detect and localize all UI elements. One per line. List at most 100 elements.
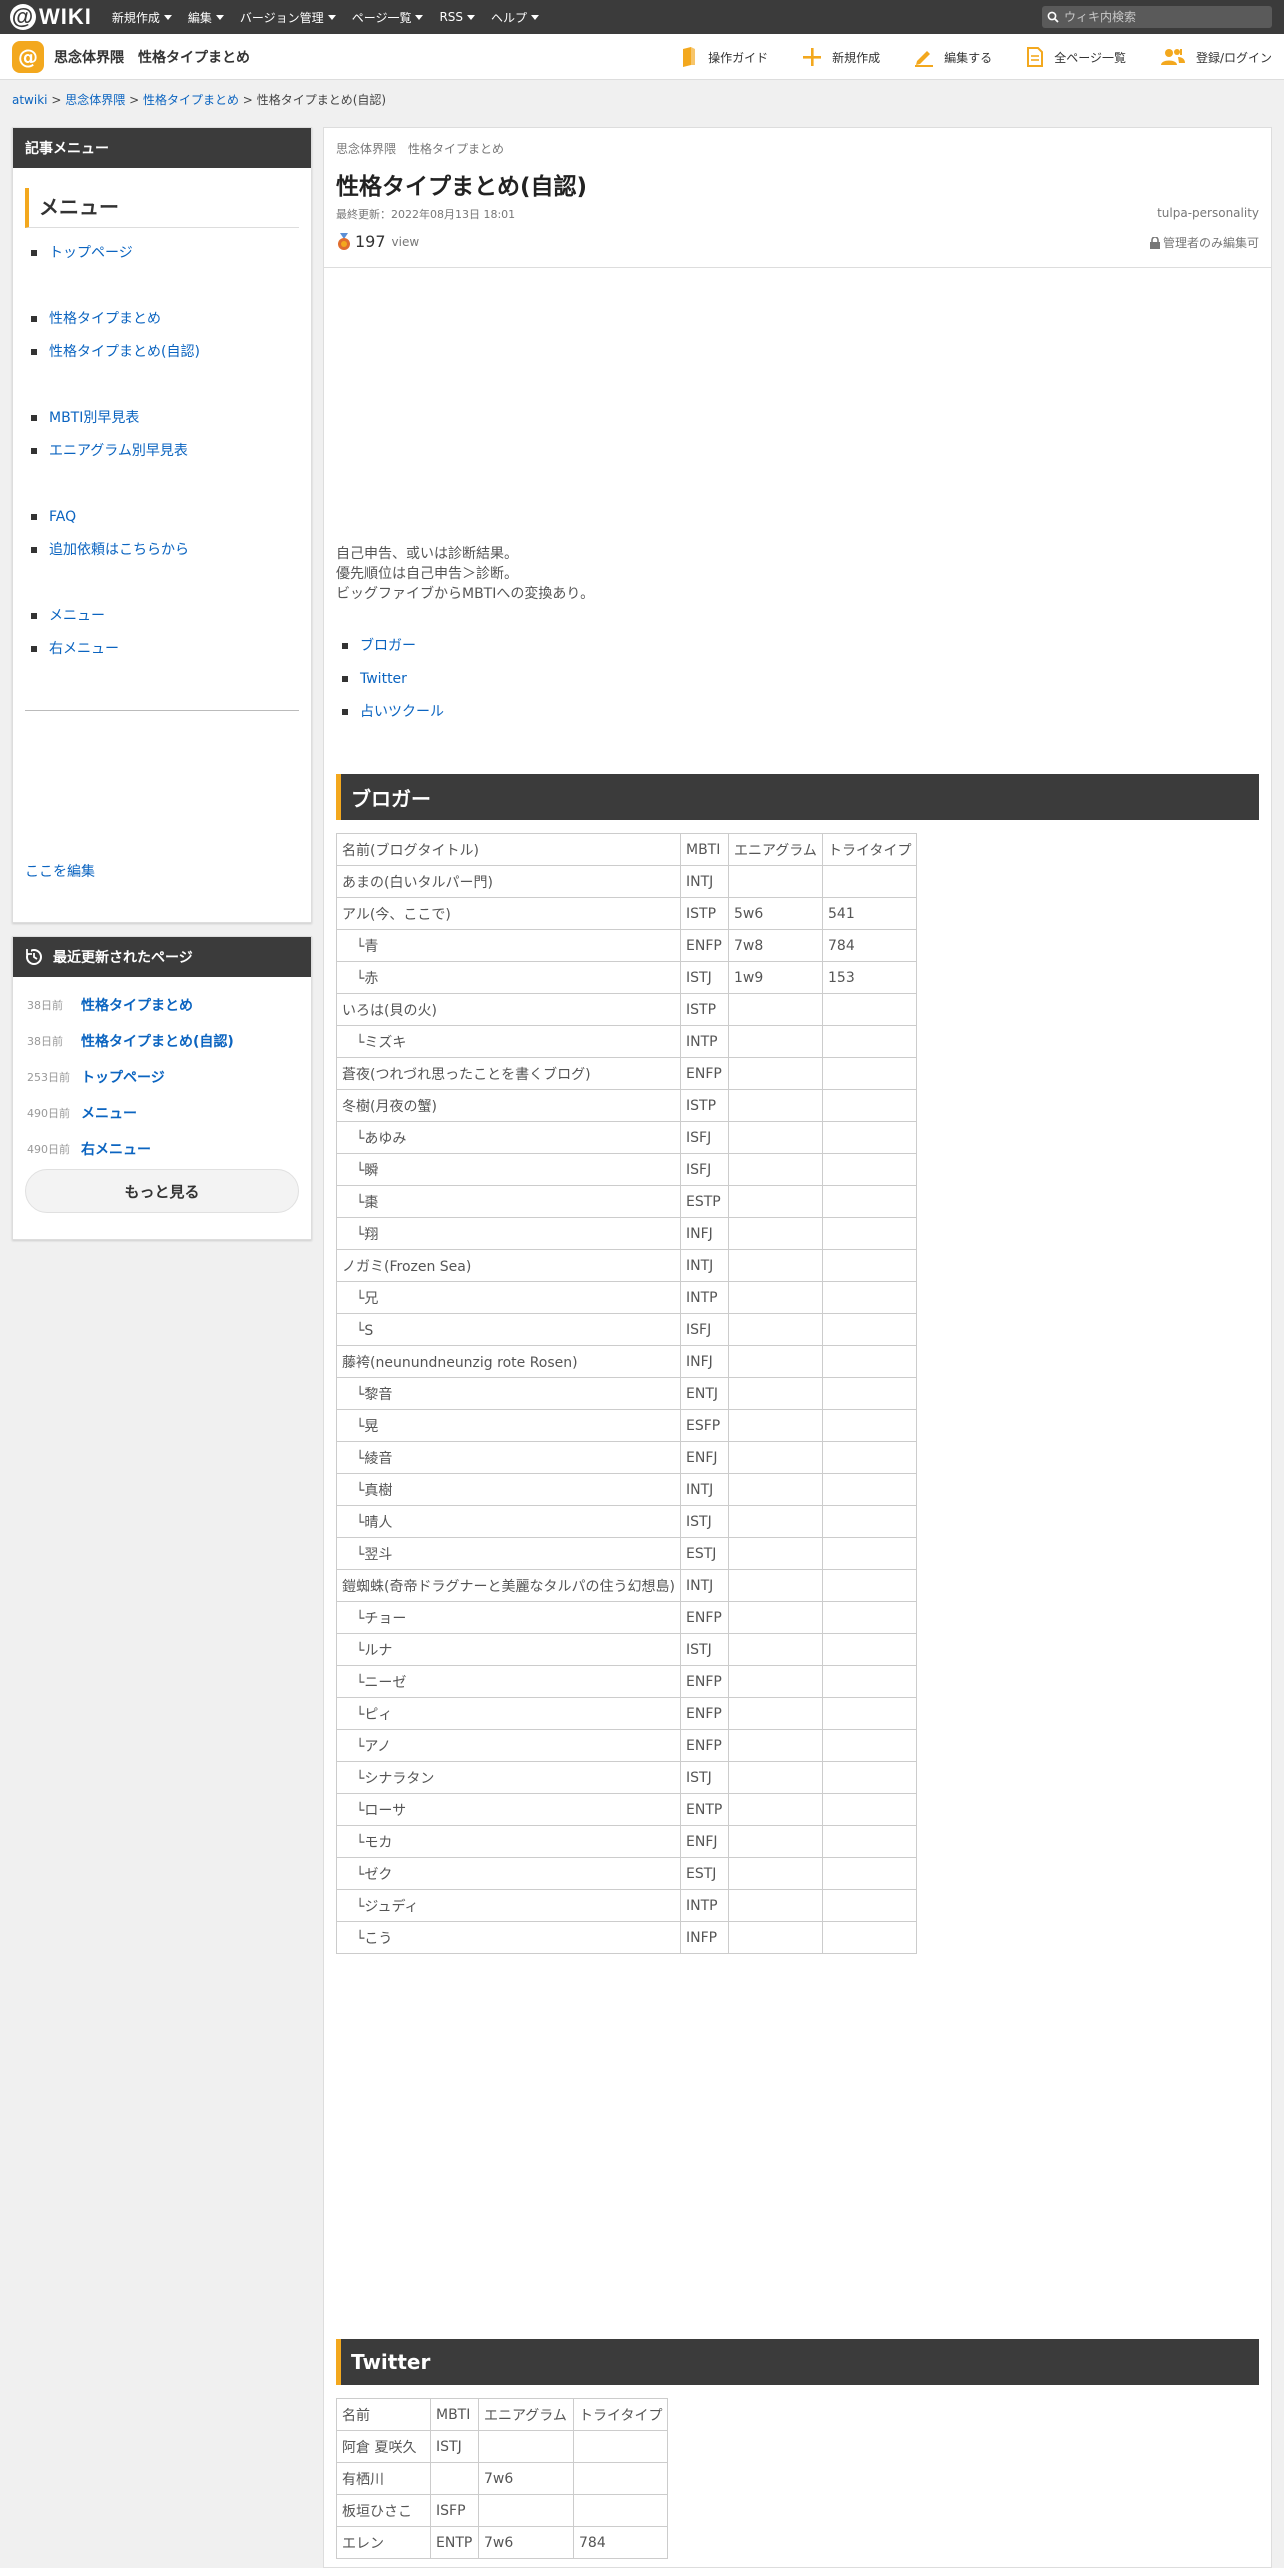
table-cell: └シナラタン — [336, 1761, 681, 1794]
menu-item: 右メニュー — [31, 640, 311, 673]
table-cell: └晴人 — [336, 1505, 681, 1538]
all-pages-button[interactable]: 全ページ一覧 — [1026, 47, 1126, 67]
table-cell — [821, 1921, 918, 1954]
table-cell — [821, 1889, 918, 1922]
table-cell — [821, 1121, 918, 1154]
breadcrumb-site[interactable]: 思念体界隈 — [65, 93, 125, 107]
nav-edit[interactable]: 編集 — [188, 9, 224, 26]
table-cell — [821, 1313, 918, 1346]
users-icon — [1160, 49, 1185, 65]
table-cell — [478, 2430, 574, 2463]
table-cell — [821, 1665, 918, 1698]
page-tag[interactable]: tulpa-personality — [1157, 206, 1259, 220]
site-crumb: 思念体界隈 性格タイプまとめ — [336, 142, 505, 156]
table-cell — [728, 1025, 823, 1058]
nav-help[interactable]: ヘルプ — [491, 9, 540, 26]
table-cell: 1w9 — [728, 961, 823, 994]
table-row: ノガミ(Frozen Sea) INTJ — [336, 1249, 918, 1282]
caret-down-icon — [215, 14, 224, 20]
search-icon[interactable] — [1042, 6, 1064, 28]
table-cell: ENTJ — [680, 1377, 729, 1410]
table-cell: 541 — [821, 897, 918, 930]
nav-rss[interactable]: RSS — [439, 9, 476, 26]
logo-text: WIKI — [39, 4, 92, 29]
pencil-icon — [915, 51, 934, 67]
view-counter: 197 view — [336, 232, 419, 251]
nav-version[interactable]: バージョン管理 — [240, 9, 336, 26]
site-logo-icon[interactable]: @ — [12, 40, 44, 73]
login-button[interactable]: 登録/ログイン — [1160, 47, 1272, 67]
table-header-cell: MBTI — [430, 2398, 479, 2431]
table-cell — [728, 1409, 823, 1442]
table-cell — [821, 1473, 918, 1506]
plus-icon — [803, 48, 822, 66]
list-item: 占いツクール — [336, 703, 444, 736]
nav-pages[interactable]: ページ一覧 — [352, 9, 424, 26]
table-cell: ESTJ — [680, 1857, 729, 1890]
site-header: @ 思念体界隈 性格タイプまとめ 操作ガイド 新規作成 編集する 全ページ一覧 登… — [0, 34, 1284, 80]
more-button[interactable]: もっと見る — [25, 1169, 299, 1213]
table-row: └モカ ENFJ — [336, 1825, 918, 1858]
divider — [324, 267, 1271, 268]
table-cell — [728, 1793, 823, 1826]
table-cell: └瞬 — [336, 1153, 681, 1186]
breadcrumb-current: 性格タイプまとめ(自認) — [256, 93, 387, 107]
table-cell: └真樹 — [336, 1473, 681, 1506]
table-row: └黎音 ENTJ — [336, 1377, 918, 1410]
table-cell: INFJ — [680, 1345, 729, 1378]
table-row: └兄 INTP — [336, 1281, 918, 1314]
table-cell: ISTP — [680, 1089, 729, 1122]
table-cell: └あゆみ — [336, 1121, 681, 1154]
table-row: └棗 ESTP — [336, 1185, 918, 1218]
table-row: └青 ENFP 7w8 784 — [336, 929, 918, 962]
table-cell: ISFJ — [680, 1313, 729, 1346]
table-cell: └翌斗 — [336, 1537, 681, 1570]
table-cell — [728, 993, 823, 1026]
search-input[interactable] — [1064, 10, 1272, 24]
table-cell: └兄 — [336, 1281, 681, 1314]
table-cell — [728, 1121, 823, 1154]
blogger-table: 名前(ブログタイトル) MBTI エニアグラム トライタイプ あまの(白いタルパー門) I… — [336, 833, 918, 1954]
breadcrumb-root[interactable]: atwiki — [12, 93, 48, 107]
site-title[interactable]: 思念体界隈 性格タイプまとめ — [54, 47, 250, 67]
menu-list: トップページ 性格タイプまとめ 性格タイプまとめ(自認) MBTI別早見表 エニ… — [31, 244, 311, 673]
table-cell: └S — [336, 1313, 681, 1346]
top-nav: 新規作成 編集 バージョン管理 ページ一覧 RSS ヘルプ — [112, 9, 555, 26]
nav-new[interactable]: 新規作成 — [112, 9, 172, 26]
table-cell: ISTP — [680, 993, 729, 1026]
table-cell — [728, 1441, 823, 1474]
atwiki-logo[interactable]: @ WIKI — [10, 4, 92, 30]
table-cell: INTP — [680, 1889, 729, 1922]
table-row: └瞬 ISFJ — [336, 1153, 918, 1186]
table-row: └晃 ESFP — [336, 1409, 918, 1442]
table-cell: ESTP — [680, 1185, 729, 1218]
table-cell: 冬樹(月夜の蟹) — [336, 1089, 681, 1122]
menu-item: FAQ — [31, 508, 311, 541]
list-item: 38日前 性格タイプまとめ(自認) — [27, 1034, 234, 1050]
recent-list: 38日前 性格タイプまとめ 38日前 性格タイプまとめ(自認) 253日前 トップペー… — [27, 987, 311, 1167]
table-header-cell: トライタイプ — [572, 2398, 669, 2431]
edit-menu-link[interactable]: ここを編集 — [25, 861, 95, 881]
edit-page-button[interactable]: 編集する — [914, 47, 992, 67]
table-cell: ENFP — [680, 1601, 729, 1634]
new-page-button[interactable]: 新規作成 — [802, 47, 880, 67]
table-cell: INTP — [680, 1281, 729, 1314]
guide-button[interactable]: 操作ガイド — [680, 47, 768, 67]
table-cell — [821, 1601, 918, 1634]
table-cell: 153 — [821, 961, 918, 994]
table-cell: └ジュディ — [336, 1889, 681, 1922]
table-cell: └こう — [336, 1921, 681, 1954]
table-cell: 蒼夜(つれづれ思ったことを書くブログ) — [336, 1057, 681, 1090]
table-row: └翔 INFJ — [336, 1217, 918, 1250]
table-cell — [728, 1601, 823, 1634]
table-cell — [728, 1729, 823, 1762]
table-cell — [821, 1025, 918, 1058]
breadcrumb-parent[interactable]: 性格タイプまとめ — [143, 93, 239, 107]
table-cell — [572, 2494, 669, 2527]
table-cell — [728, 1857, 823, 1890]
table-cell: あまの(白いタルパー門) — [336, 865, 681, 898]
table-row: └ピィ ENFP — [336, 1697, 918, 1730]
table-cell — [821, 1217, 918, 1250]
table-cell: INTJ — [680, 865, 729, 898]
table-header-cell: エニアグラム — [728, 833, 823, 866]
